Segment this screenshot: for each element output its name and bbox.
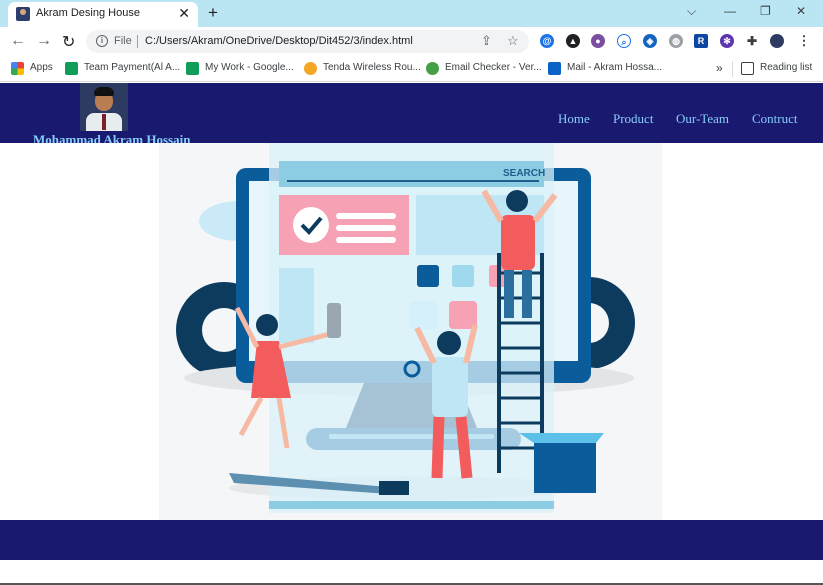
extension-at-icon[interactable]: @ — [540, 34, 554, 48]
bookmark-label: Team Payment(Al A... — [84, 62, 181, 73]
bookmark-label: Tenda Wireless Rou... — [323, 62, 421, 73]
reading-list-icon — [741, 62, 754, 75]
outlook-icon — [548, 62, 561, 75]
nav-contruct[interactable]: Contruct — [752, 111, 798, 127]
google-sheets-icon — [65, 62, 78, 75]
url-text[interactable]: C:/Users/Akram/OneDrive/Desktop/Dit452/3… — [145, 35, 413, 47]
check-circle-icon — [426, 62, 439, 75]
browser-tab[interactable]: Akram Desing House ✕ — [8, 2, 198, 27]
extension-compass-icon[interactable]: ◈ — [643, 34, 657, 48]
browser-tabstrip: Akram Desing House ✕ + ⌵ — ❐ ✕ — [0, 0, 823, 27]
extension-globe-icon[interactable]: ● — [591, 34, 605, 48]
bookmark-label: Mail - Akram Hossa... — [567, 62, 663, 73]
minimize-button[interactable]: — — [724, 4, 736, 18]
profile-avatar[interactable] — [770, 34, 784, 48]
tab-title: Akram Desing House — [36, 7, 140, 19]
scheme-label: File — [114, 35, 132, 47]
share-icon[interactable]: ⇪ — [481, 33, 492, 49]
nav-product[interactable]: Product — [613, 111, 653, 127]
extension-r-icon[interactable]: R — [694, 34, 708, 48]
site-footer — [0, 520, 823, 560]
forward-button[interactable]: → — [36, 32, 52, 50]
nav-home[interactable]: Home — [558, 111, 590, 127]
bookmark-star-icon[interactable]: ☆ — [507, 33, 519, 49]
google-sheets-icon — [186, 62, 199, 75]
brand-name: Mohammad Akram Hossain — [33, 132, 191, 143]
address-bar[interactable]: i File C:/Users/Akram/OneDrive/Desktop/D… — [86, 30, 529, 53]
apps-grid-icon — [11, 62, 24, 75]
new-tab-button[interactable]: + — [208, 3, 218, 23]
extension-world-icon[interactable]: ◍ — [669, 34, 683, 48]
reading-list-label: Reading list — [760, 62, 813, 73]
profile-photo — [80, 83, 128, 131]
tab-search-icon[interactable]: ⌵ — [687, 4, 696, 19]
hero-illustration: SEARCH — [159, 143, 662, 520]
extension-flower-icon[interactable]: ✻ — [720, 34, 734, 48]
bookmark-label: Email Checker - Ver... — [445, 62, 542, 73]
site-header: Mohammad Akram Hossain Home Product Our-… — [0, 83, 823, 143]
close-tab-icon[interactable]: ✕ — [178, 5, 190, 22]
browser-toolbar: ← → ↻ i File C:/Users/Akram/OneDrive/Des… — [0, 27, 823, 56]
address-separator — [137, 35, 138, 48]
back-button[interactable]: ← — [10, 32, 26, 50]
search-label: SEARCH — [503, 168, 545, 179]
bookmark-label: My Work - Google... — [205, 62, 294, 73]
menu-kebab-icon[interactable]: ⋮ — [797, 34, 811, 48]
bookmark-label: Apps — [30, 62, 53, 73]
bookmarks-divider — [732, 61, 733, 77]
restore-button[interactable]: ❐ — [760, 4, 771, 18]
tenda-icon — [304, 62, 317, 75]
extension-search-icon[interactable]: ⌕ — [617, 34, 631, 48]
reload-button[interactable]: ↻ — [62, 32, 75, 52]
favicon-icon — [16, 7, 30, 21]
bookmarks-overflow-button[interactable]: » — [716, 61, 723, 77]
info-icon[interactable]: i — [96, 35, 108, 47]
extensions-puzzle-icon[interactable]: ✚ — [745, 34, 759, 48]
extension-triangle-icon[interactable]: ▲ — [566, 34, 580, 48]
close-window-button[interactable]: ✕ — [796, 4, 806, 18]
nav-our-team[interactable]: Our-Team — [676, 111, 729, 127]
bookmarks-bar: Apps Team Payment(Al A... My Work - Goog… — [0, 56, 823, 82]
web-design-illustration-icon: SEARCH — [176, 143, 635, 513]
